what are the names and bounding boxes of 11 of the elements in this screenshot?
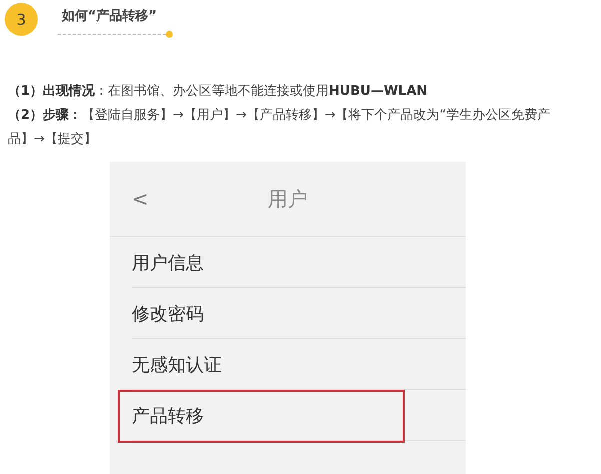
menu-item[interactable]: 修改密码 — [132, 302, 204, 326]
step-title: 如何“产品转移” — [60, 8, 158, 25]
instruction-text: （1）出现情况：在图书馆、办公区等地不能连接或使用HUBU—WLAN — [8, 83, 429, 101]
instruction-text: （2）步骤：【登陆自服务】→【用户】→【产品转移】→【将下个产品改为“学生办公区免费产品】→【提交】 — [8, 107, 552, 149]
screen-title: 用户 — [268, 186, 308, 212]
back-button[interactable]: < — [132, 187, 149, 211]
step-number-badge: 3 — [5, 3, 38, 36]
menu-item[interactable]: 无感知认证 — [132, 353, 222, 377]
menu-item[interactable]: 产品转移 — [132, 404, 204, 428]
dot-icon — [166, 31, 173, 38]
menu-item[interactable]: 用户信息 — [132, 251, 204, 275]
